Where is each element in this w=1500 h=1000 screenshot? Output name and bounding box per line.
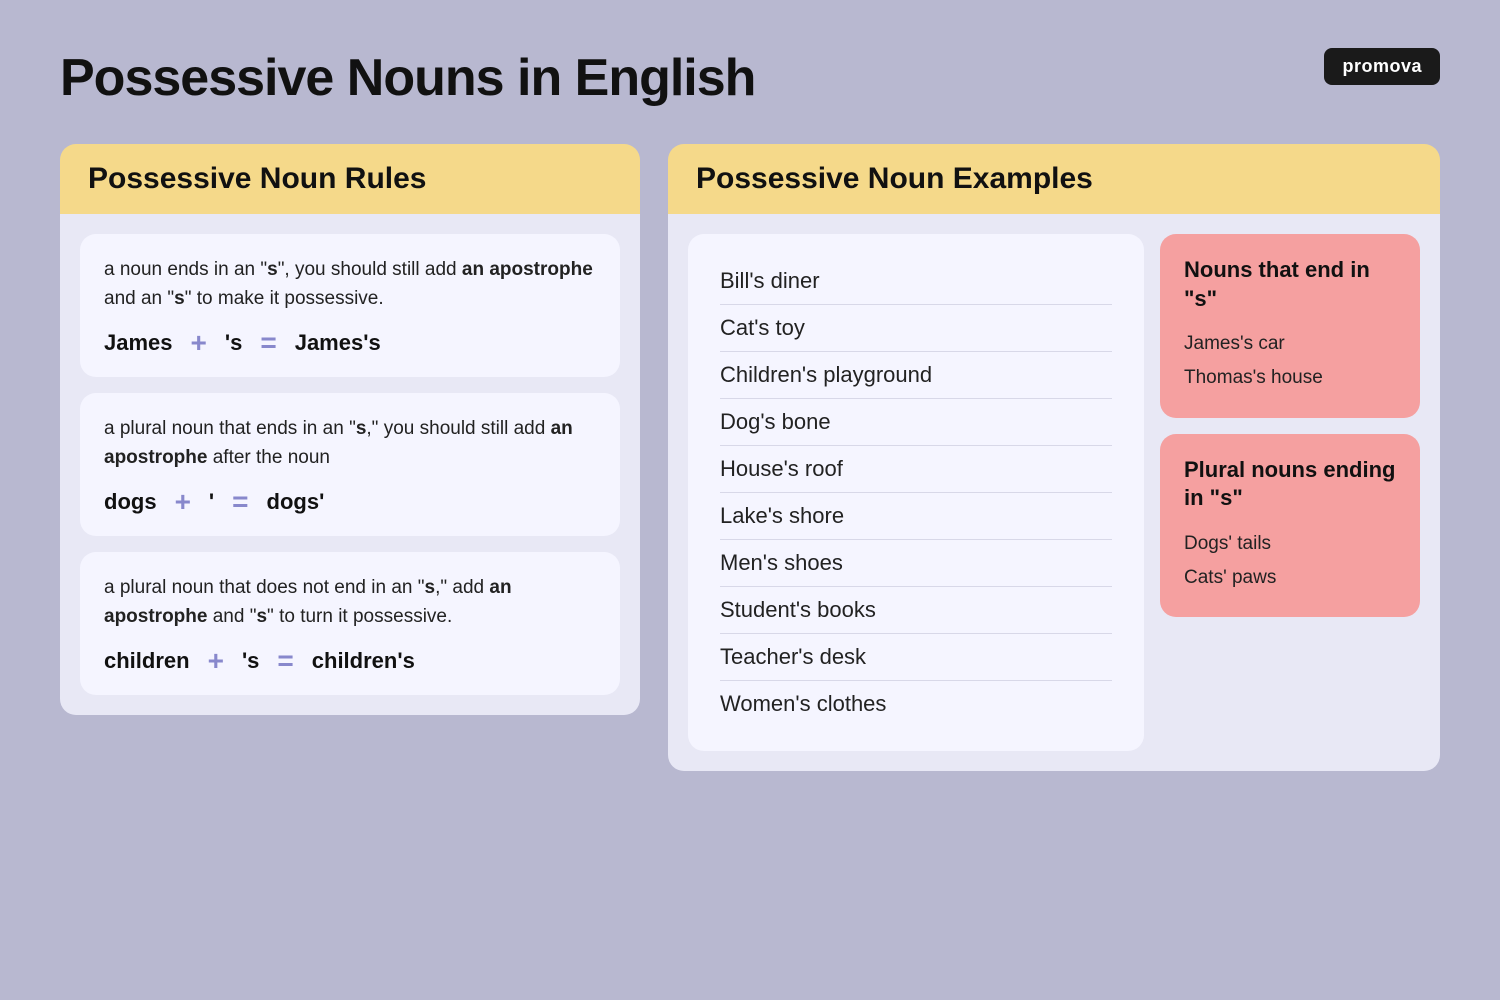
- rule3-plus: +: [208, 645, 224, 677]
- page-title: Possessive Nouns in English: [60, 48, 755, 108]
- rule2-equals: =: [232, 486, 248, 518]
- rule-card-1: a noun ends in an "s", you should still …: [80, 234, 620, 377]
- examples-title: Possessive Noun Examples: [696, 162, 1412, 196]
- sub-card-2-title: Plural nouns ending in "s": [1184, 456, 1396, 513]
- list-item: House's roof: [720, 446, 1112, 493]
- rules-cards-container: a noun ends in an "s", you should still …: [60, 214, 640, 715]
- page-container: Possessive Nouns in English promova Poss…: [0, 0, 1500, 819]
- list-item: Women's clothes: [720, 681, 1112, 727]
- left-column: Possessive Noun Rules a noun ends in an …: [60, 144, 640, 771]
- rule2-word1: dogs: [104, 489, 157, 515]
- list-item: Bill's diner: [720, 258, 1112, 305]
- list-item: Children's playground: [720, 352, 1112, 399]
- rule3-result: children's: [312, 648, 415, 674]
- list-item: Teacher's desk: [720, 634, 1112, 681]
- sub-card-2-examples: Dogs' tailsCats' paws: [1184, 527, 1396, 595]
- rule2-text: a plural noun that ends in an "s," you s…: [104, 415, 596, 472]
- right-column: Possessive Noun Examples Bill's dinerCat…: [668, 144, 1440, 771]
- rule2-result: dogs': [267, 489, 325, 515]
- list-item: Cat's toy: [720, 305, 1112, 352]
- examples-section-header: Possessive Noun Examples: [668, 144, 1440, 214]
- sub-card-1-title: Nouns that end in "s": [1184, 256, 1396, 313]
- sub-card-nouns-end-s: Nouns that end in "s" James's carThomas'…: [1160, 234, 1420, 418]
- rule3-word1: children: [104, 648, 190, 674]
- rule1-equals: =: [260, 327, 276, 359]
- rules-section-header: Possessive Noun Rules: [60, 144, 640, 214]
- rule-card-2: a plural noun that ends in an "s," you s…: [80, 393, 620, 536]
- rule1-result: James's: [295, 330, 381, 356]
- list-item: Lake's shore: [720, 493, 1112, 540]
- rule1-text: a noun ends in an "s", you should still …: [104, 256, 596, 313]
- sub-card-plural-nouns: Plural nouns ending in "s" Dogs' tailsCa…: [1160, 434, 1420, 618]
- rule3-word2: 's: [242, 648, 259, 674]
- examples-list-card: Bill's dinerCat's toyChildren's playgrou…: [688, 234, 1144, 751]
- rule3-formula: children + 's = children's: [104, 645, 596, 677]
- right-sub-cards: Nouns that end in "s" James's carThomas'…: [1160, 234, 1420, 751]
- promova-badge: promova: [1324, 48, 1440, 85]
- rule2-formula: dogs + ' = dogs': [104, 486, 596, 518]
- rule-card-3: a plural noun that does not end in an "s…: [80, 552, 620, 695]
- header-row: Possessive Nouns in English promova: [60, 48, 1440, 108]
- rule2-word2: ': [209, 489, 214, 515]
- rule1-word1: James: [104, 330, 173, 356]
- rule2-plus: +: [175, 486, 191, 518]
- sub-card-1-examples: James's carThomas's house: [1184, 327, 1396, 395]
- examples-list: Bill's dinerCat's toyChildren's playgrou…: [720, 258, 1112, 727]
- list-item: Men's shoes: [720, 540, 1112, 587]
- rule1-formula: James + 's = James's: [104, 327, 596, 359]
- rule1-plus: +: [191, 327, 207, 359]
- rule3-equals: =: [277, 645, 293, 677]
- list-item: Student's books: [720, 587, 1112, 634]
- rule1-word2: 's: [225, 330, 242, 356]
- two-column-layout: Possessive Noun Rules a noun ends in an …: [60, 144, 1440, 771]
- list-item: Dog's bone: [720, 399, 1112, 446]
- examples-area: Bill's dinerCat's toyChildren's playgrou…: [668, 214, 1440, 771]
- rule3-text: a plural noun that does not end in an "s…: [104, 574, 596, 631]
- rules-title: Possessive Noun Rules: [88, 162, 612, 196]
